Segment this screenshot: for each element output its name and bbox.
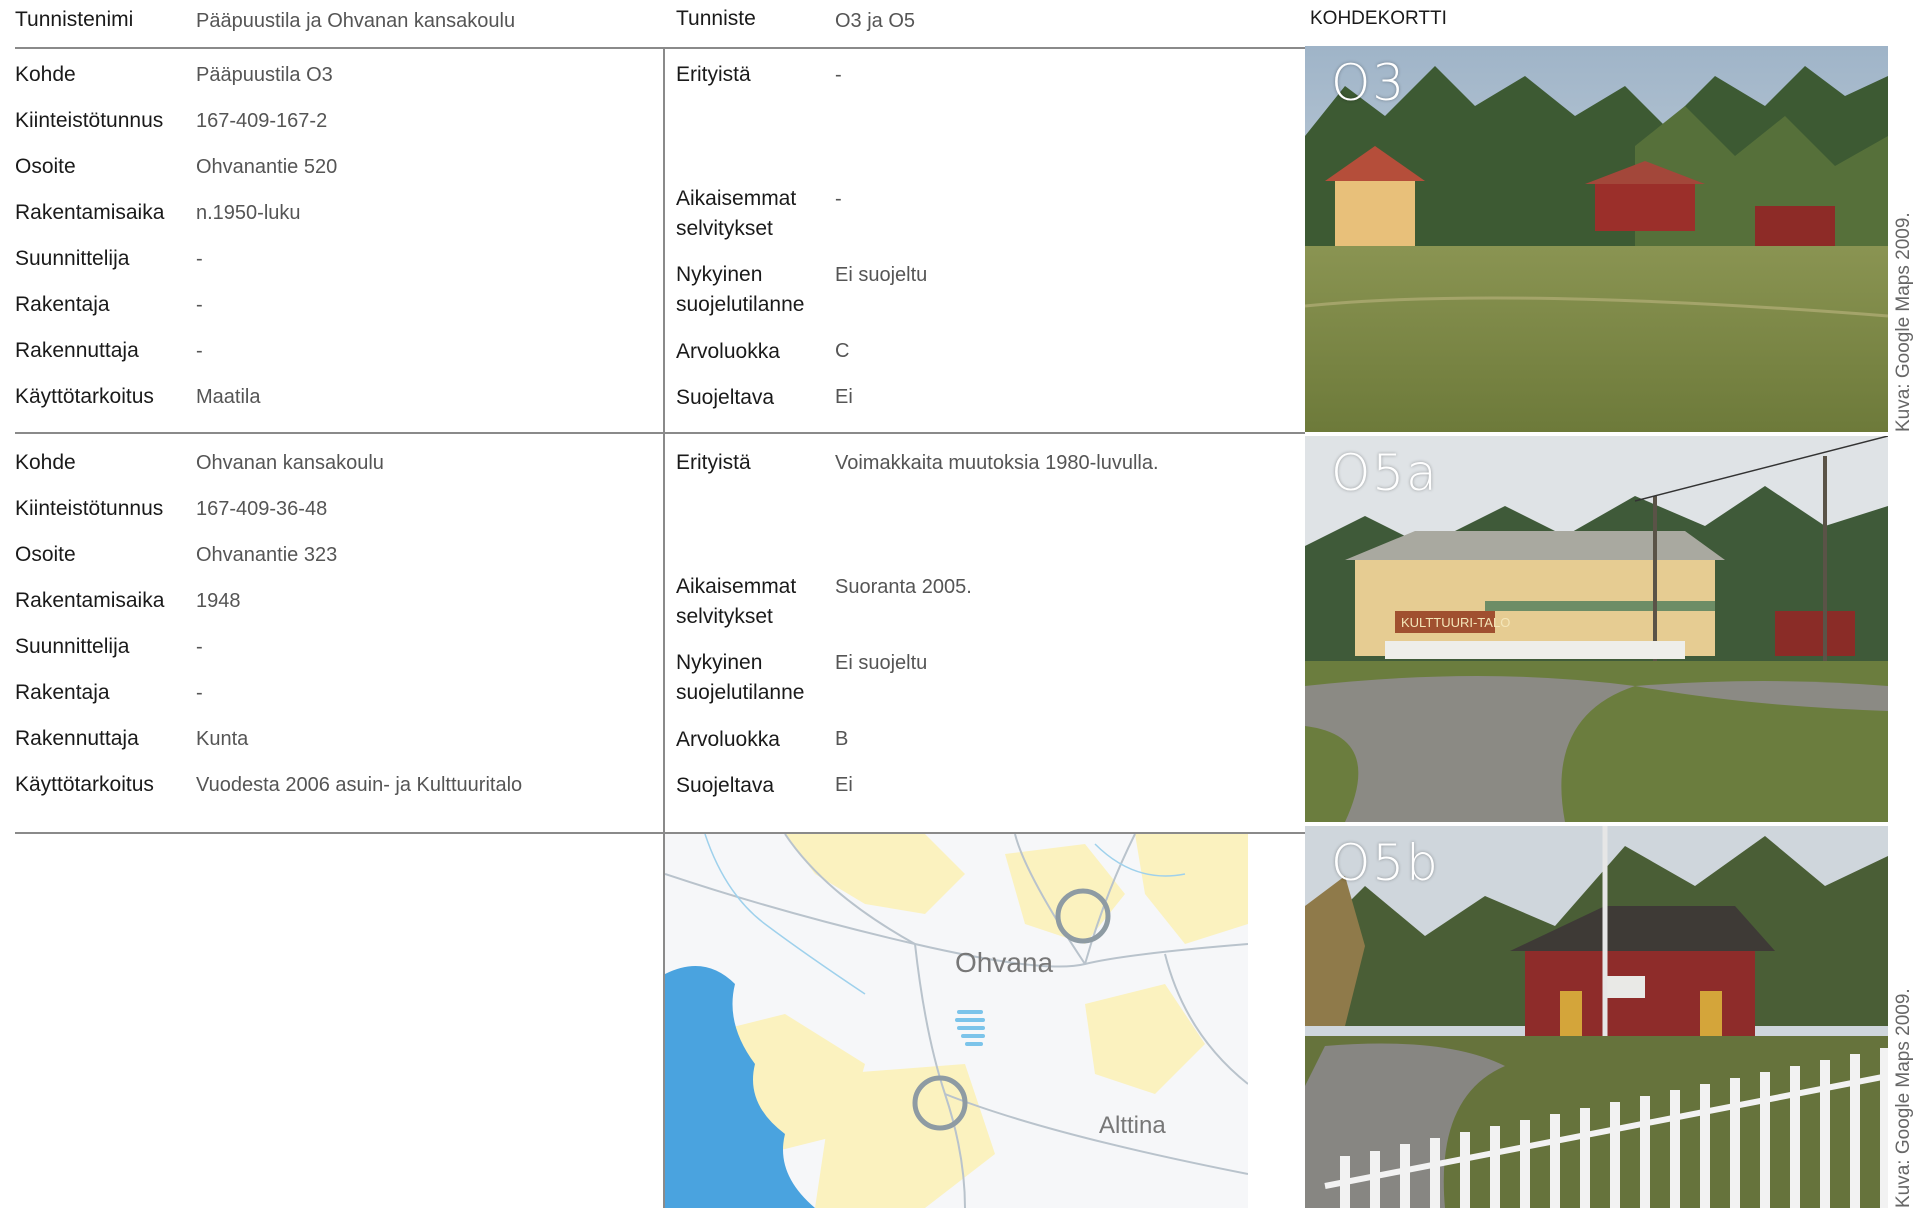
- field-value: Suoranta 2005.: [835, 576, 972, 598]
- field-label: Kohde: [15, 451, 76, 474]
- photo-caption-1: Kuva: Google Maps 2009.: [1893, 212, 1914, 432]
- field-label: Rakentaja: [15, 293, 110, 316]
- photo-caption-2: Kuva: Google Maps 2009.: [1893, 988, 1914, 1208]
- kulttuuritalo-sign: KULTTUURI-TALO: [1401, 615, 1510, 630]
- field-value: -: [835, 64, 842, 86]
- field-value: Kunta: [196, 728, 249, 750]
- field-value: -: [835, 188, 842, 210]
- id-value: O3 ja O5: [835, 10, 916, 32]
- divider-top: [15, 47, 1305, 49]
- field-value: Ei suojeltu: [835, 652, 928, 674]
- field-value: -: [196, 248, 203, 270]
- field-label: Arvoluokka: [676, 340, 780, 363]
- field-value: Voimakkaita muutoksia 1980-luvulla.: [835, 452, 1159, 474]
- field-label: Rakentamisaika: [15, 589, 165, 612]
- field-label: Rakentaja: [15, 681, 110, 704]
- field-label: Osoite: [15, 543, 76, 566]
- field-label: Kiinteistötunnus: [15, 497, 164, 520]
- field-value: Maatila: [196, 386, 261, 408]
- card-title: KOHDEKORTTI: [1310, 8, 1447, 29]
- field-value: 1948: [196, 590, 241, 612]
- id-label: Tunniste: [676, 7, 756, 30]
- photo-o5a: KULTTUURI-TALO O5a: [1305, 436, 1888, 822]
- field-value: Ei: [835, 774, 853, 796]
- field-label: Käyttötarkoitus: [15, 773, 154, 796]
- field-label: Nykyinen suojelutilanne: [676, 651, 805, 704]
- field-value: Ohvanantie 520: [196, 156, 338, 178]
- divider-middle: [15, 432, 1305, 434]
- field-label: Rakennuttaja: [15, 339, 139, 362]
- field-value: -: [196, 636, 203, 658]
- field-value: 167-409-167-2: [196, 110, 328, 132]
- field-label: Kohde: [15, 63, 76, 86]
- field-value: -: [196, 294, 203, 316]
- photo-label: O5b: [1331, 834, 1440, 892]
- field-label: Erityistä: [676, 63, 751, 86]
- map-label-ohvana: Ohvana: [955, 947, 1053, 978]
- field-value: C: [835, 340, 850, 362]
- field-label: Suunnittelija: [15, 247, 130, 270]
- photo-label: O5a: [1331, 444, 1439, 502]
- field-label: Osoite: [15, 155, 76, 178]
- field-label: Rakentamisaika: [15, 201, 165, 224]
- field-label: Käyttötarkoitus: [15, 385, 154, 408]
- field-value: Ei: [835, 386, 853, 408]
- field-label: Suojeltava: [676, 386, 775, 409]
- field-value: -: [196, 682, 203, 704]
- field-label: Aikaisemmat selvitykset: [676, 187, 797, 240]
- field-label: Nykyinen suojelutilanne: [676, 263, 805, 316]
- name-label: Tunnistenimi: [15, 8, 134, 31]
- field-value: Ei suojeltu: [835, 264, 928, 286]
- map-label-alttina: Alttina: [1099, 1112, 1166, 1139]
- field-value: Ohvanan kansakoulu: [196, 452, 384, 474]
- field-value: B: [835, 728, 849, 750]
- field-label: Rakennuttaja: [15, 727, 139, 750]
- photo-label: O3: [1331, 54, 1407, 112]
- field-label: Kiinteistötunnus: [15, 109, 164, 132]
- photo-o3: O3: [1305, 46, 1888, 432]
- field-value: n.1950-luku: [196, 202, 301, 224]
- name-value: Pääpuustila ja Ohvanan kansakoulu: [196, 10, 516, 32]
- field-value: Ohvanantie 323: [196, 544, 338, 566]
- location-map: Ohvana Alttina: [665, 834, 1248, 1208]
- field-label: Erityistä: [676, 451, 751, 474]
- field-label: Suojeltava: [676, 774, 775, 797]
- field-label: Suunnittelija: [15, 635, 130, 658]
- field-label: Aikaisemmat selvitykset: [676, 575, 797, 628]
- field-value: Vuodesta 2006 asuin- ja Kulttuuritalo: [196, 774, 523, 796]
- field-label: Arvoluokka: [676, 728, 780, 751]
- field-value: Pääpuustila O3: [196, 64, 333, 86]
- field-value: -: [196, 340, 203, 362]
- field-value: 167-409-36-48: [196, 498, 328, 520]
- photo-o5b: O5b: [1305, 826, 1888, 1208]
